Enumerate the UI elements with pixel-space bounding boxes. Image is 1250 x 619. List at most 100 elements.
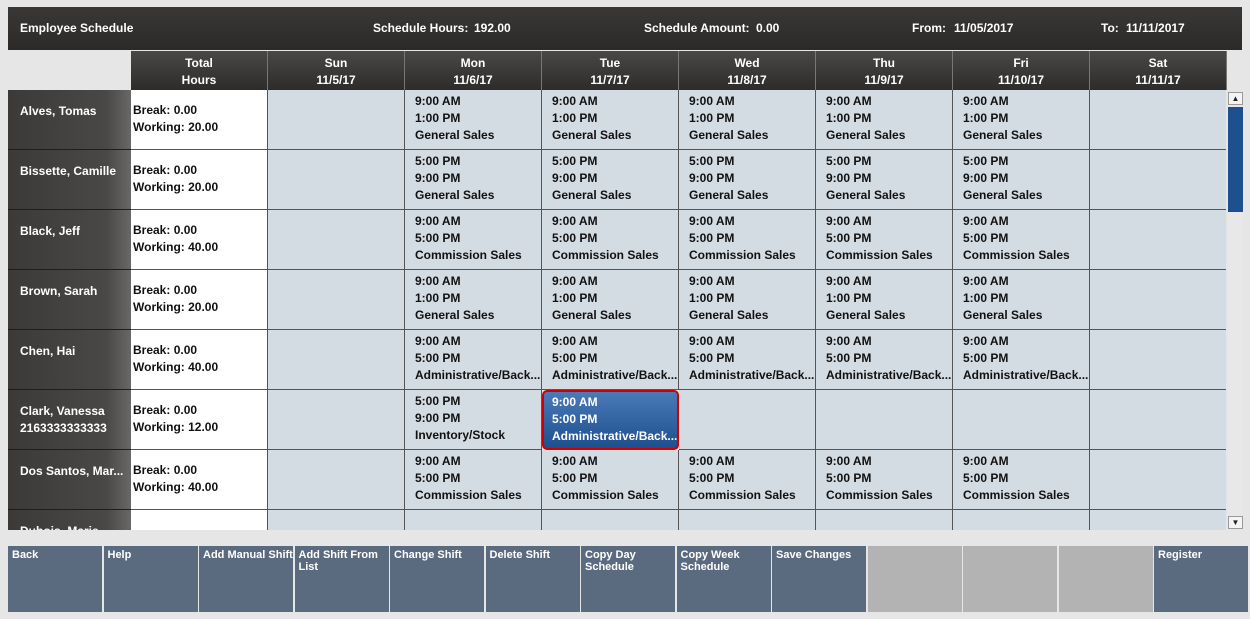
shift-cell[interactable] — [1090, 90, 1226, 150]
shift-cell[interactable]: 9:00 AM 1:00 PM General Sales — [405, 90, 542, 150]
shift-cell[interactable]: 9:00 AM 5:00 PM Administrative/Back... — [679, 330, 816, 390]
shift-cell[interactable]: 9:00 AM 1:00 PM General Sales — [679, 90, 816, 150]
shift-end: 5:00 PM — [552, 231, 598, 245]
employee-name-cell[interactable]: Chen, Hai — [8, 330, 131, 390]
shift-cell[interactable] — [542, 510, 679, 530]
shift-cell[interactable]: 9:00 AM 5:00 PM Commission Sales — [679, 450, 816, 510]
shift-cell[interactable]: 9:00 AM 5:00 PM Commission Sales — [405, 450, 542, 510]
shift-cell[interactable]: 5:00 PM 9:00 PM Inventory/Stock — [405, 390, 542, 450]
shift-end: 1:00 PM — [963, 111, 1009, 125]
shift-cell[interactable]: 9:00 AM 5:00 PM Commission Sales — [679, 210, 816, 270]
shift-cell[interactable]: 9:00 AM 5:00 PM Commission Sales — [816, 450, 953, 510]
shift-cell[interactable]: 9:00 AM 5:00 PM Administrative/Back... — [816, 330, 953, 390]
shift-cell[interactable] — [268, 210, 405, 270]
shift-cell[interactable] — [268, 90, 405, 150]
employee-name-cell[interactable]: Alves, Tomas — [8, 90, 131, 150]
shift-cell[interactable]: 9:00 AM 1:00 PM General Sales — [816, 90, 953, 150]
shift-cell[interactable] — [1090, 510, 1226, 530]
change-shift-button[interactable]: Change Shift — [390, 546, 484, 612]
shift-cell[interactable] — [679, 390, 816, 450]
copy-week-schedule-button[interactable]: Copy Week Schedule — [676, 546, 771, 612]
shift-role: General Sales — [415, 188, 495, 202]
shift-cell[interactable] — [816, 390, 953, 450]
day-name: Tue — [599, 56, 621, 70]
shift-cell[interactable]: 9:00 AM 5:00 PM Commission Sales — [953, 210, 1090, 270]
shift-cell[interactable]: 9:00 AM 1:00 PM General Sales — [953, 270, 1090, 330]
shift-end: 5:00 PM — [689, 231, 735, 245]
schedule-amount-label: Schedule Amount: — [644, 21, 750, 35]
shift-cell[interactable]: 5:00 PM 9:00 PM General Sales — [405, 150, 542, 210]
shift-cell[interactable] — [1090, 210, 1226, 270]
scroll-thumb[interactable] — [1228, 107, 1243, 212]
shift-cell[interactable]: 9:00 AM 1:00 PM General Sales — [542, 90, 679, 150]
shift-cell[interactable]: 9:00 AM 1:00 PM General Sales — [542, 270, 679, 330]
shift-cell[interactable]: 9:00 AM 1:00 PM General Sales — [405, 270, 542, 330]
shift-cell[interactable] — [953, 390, 1090, 450]
shift-cell[interactable]: 5:00 PM 9:00 PM General Sales — [953, 150, 1090, 210]
scroll-down-icon[interactable]: ▼ — [1228, 516, 1243, 529]
working-hours: Working: 12.00 — [133, 420, 219, 434]
shift-end: 5:00 PM — [689, 471, 735, 485]
shift-cell[interactable]: 5:00 PM 9:00 PM General Sales — [816, 150, 953, 210]
day-date: 11/10/17 — [997, 73, 1045, 87]
shift-end: 1:00 PM — [826, 111, 872, 125]
help-button[interactable]: Help — [103, 546, 198, 612]
employee-name-cell[interactable]: Dos Santos, Mar... — [8, 450, 131, 510]
shift-cell[interactable]: 9:00 AM 5:00 PM Administrative/Back... — [953, 330, 1090, 390]
employee-name-cell[interactable]: Bissette, Camille — [8, 150, 131, 210]
column-header-wed: Wed 11/8/17 — [679, 51, 816, 90]
employee-name-cell[interactable]: Black, Jeff — [8, 210, 131, 270]
working-hours: Working: 20.00 — [133, 300, 219, 314]
delete-shift-button[interactable]: Delete Shift — [485, 546, 580, 612]
register-button[interactable]: Register — [1154, 546, 1248, 612]
shift-cell[interactable]: 9:00 AM 5:00 PM Commission Sales — [542, 450, 679, 510]
from-date: 11/05/2017 — [954, 21, 1014, 35]
shift-cell[interactable] — [268, 510, 405, 530]
working-hours: Working: 40.00 — [133, 360, 219, 374]
shift-cell[interactable] — [268, 270, 405, 330]
shift-cell[interactable] — [405, 510, 542, 530]
shift-end: 5:00 PM — [963, 231, 1009, 245]
selected-shift-cell[interactable]: 9:00 AM 5:00 PM Administrative/Back... — [542, 390, 679, 450]
shift-cell[interactable]: 9:00 AM 5:00 PM Commission Sales — [405, 210, 542, 270]
shift-cell[interactable] — [268, 330, 405, 390]
copy-day-schedule-button[interactable]: Copy Day Schedule — [581, 546, 675, 612]
shift-cell[interactable]: 9:00 AM 5:00 PM Administrative/Back... — [542, 330, 679, 390]
shift-cell[interactable]: 9:00 AM 1:00 PM General Sales — [679, 270, 816, 330]
shift-cell[interactable]: 9:00 AM 5:00 PM Commission Sales — [542, 210, 679, 270]
shift-cell[interactable] — [1090, 150, 1226, 210]
shift-cell[interactable]: 9:00 AM 1:00 PM General Sales — [953, 90, 1090, 150]
shift-cell[interactable] — [268, 450, 405, 510]
employee-row: Brown, Sarah Break: 0.00 Working: 20.00 9:0… — [8, 270, 1226, 330]
header-corner — [8, 51, 131, 90]
shift-role: Administrative/Back... — [552, 429, 678, 443]
shift-cell[interactable]: 5:00 PM 9:00 PM General Sales — [679, 150, 816, 210]
shift-end: 1:00 PM — [963, 291, 1009, 305]
shift-cell[interactable] — [1090, 270, 1226, 330]
employee-row: Dubois, Marie — [8, 510, 1226, 530]
back-button[interactable]: Back — [8, 546, 102, 612]
total-hours-cell: Break: 0.00 Working: 12.00 — [131, 390, 268, 450]
employee-name-cell[interactable]: Brown, Sarah — [8, 270, 131, 330]
shift-cell[interactable] — [816, 510, 953, 530]
shift-cell[interactable] — [953, 510, 1090, 530]
shift-cell[interactable] — [679, 510, 816, 530]
save-changes-button[interactable]: Save Changes — [772, 546, 866, 612]
scroll-up-icon[interactable]: ▲ — [1228, 92, 1243, 105]
shift-cell[interactable] — [268, 390, 405, 450]
shift-cell[interactable] — [1090, 450, 1226, 510]
add-manual-shift-button[interactable]: Add Manual Shift — [199, 546, 293, 612]
shift-cell[interactable]: 9:00 AM 5:00 PM Commission Sales — [816, 210, 953, 270]
shift-start: 9:00 AM — [963, 214, 1009, 228]
add-shift-from-list-button[interactable]: Add Shift From List — [294, 546, 389, 612]
vertical-scrollbar[interactable]: ▲ ▼ — [1228, 92, 1243, 529]
shift-cell[interactable]: 9:00 AM 5:00 PM Commission Sales — [953, 450, 1090, 510]
shift-cell[interactable] — [1090, 390, 1226, 450]
shift-cell[interactable] — [268, 150, 405, 210]
shift-cell[interactable]: 9:00 AM 5:00 PM Administrative/Back... — [405, 330, 542, 390]
shift-cell[interactable]: 9:00 AM 1:00 PM General Sales — [816, 270, 953, 330]
shift-cell[interactable]: 5:00 PM 9:00 PM General Sales — [542, 150, 679, 210]
shift-cell[interactable] — [1090, 330, 1226, 390]
employee-name-cell[interactable]: Dubois, Marie — [8, 510, 131, 530]
employee-name-cell[interactable]: Clark, Vanessa 2163333333333 — [8, 390, 131, 450]
